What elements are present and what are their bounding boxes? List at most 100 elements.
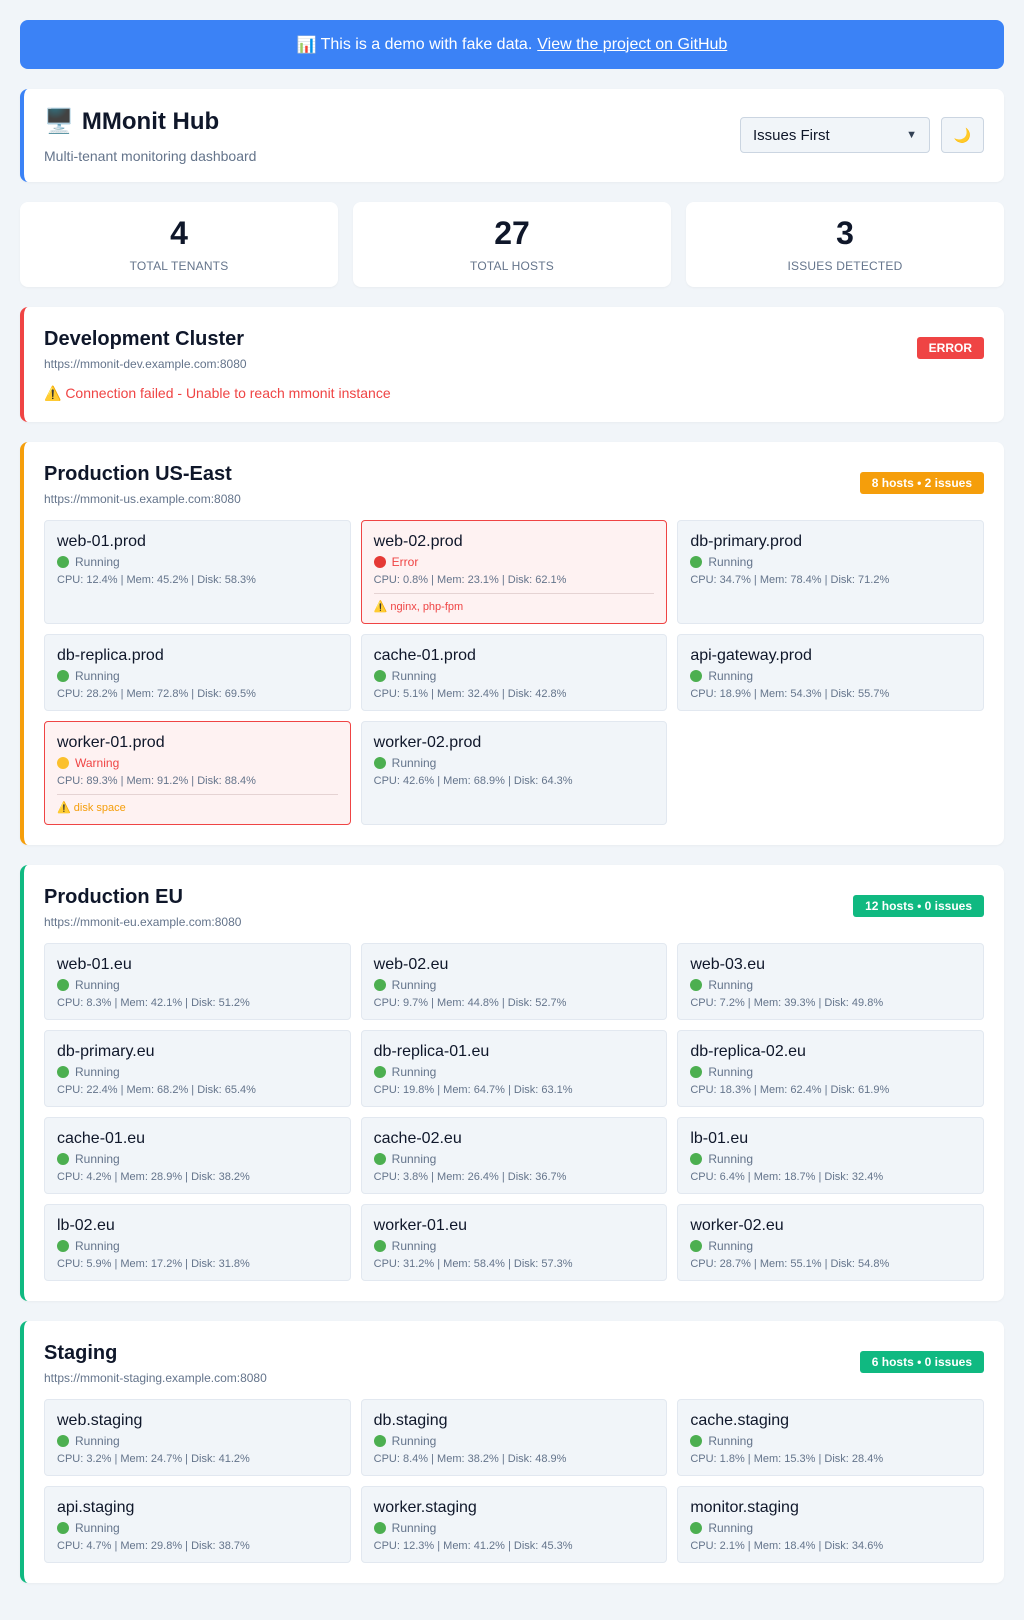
host-status-text: Running (708, 555, 754, 569)
stat-card-tenants: 4 Total Tenants (20, 202, 338, 287)
status-badge: 6 hosts • 0 issues (859, 1351, 984, 1373)
stat-value: 4 (170, 214, 188, 251)
status-red-dot-icon (373, 556, 386, 568)
host-card[interactable]: db.staging Running CPU: 8.4% | Mem: 38.2% … (360, 1399, 668, 1476)
host-status: Running (373, 1521, 655, 1535)
host-card[interactable]: web-01.eu Running CPU: 8.3% | Mem: 42.1% |… (44, 943, 351, 1020)
host-status: Running (57, 1065, 338, 1079)
host-card[interactable]: web.staging Running CPU: 3.2% | Mem: 24.7%… (44, 1399, 351, 1476)
host-metrics: CPU: 18.3% | Mem: 62.4% | Disk: 61.9% (690, 1084, 890, 1096)
host-card[interactable]: worker-02.prod Running CPU: 42.6% | Mem: 6… (360, 721, 668, 825)
host-metrics: CPU: 22.4% | Mem: 68.2% | Disk: 65.4% (57, 1084, 256, 1096)
sort-select[interactable]: Issues First ▼ (740, 117, 930, 153)
status-green-dot-icon (57, 979, 69, 991)
host-card[interactable]: worker-01.eu Running CPU: 31.2% | Mem: 58.… (360, 1204, 668, 1281)
host-status: Running (57, 1521, 338, 1535)
tenant-card: Staging https://mmonit-staging.example.co… (20, 1321, 1004, 1583)
monitor-icon: 🖥️ (44, 108, 74, 135)
tenant-card: Development Cluster https://mmonit-dev.ex… (20, 307, 1004, 422)
host-status: Warning (57, 756, 338, 770)
host-status-text: Running (75, 1239, 120, 1253)
status-green-dot-icon (57, 1435, 69, 1447)
host-grid: web-01.eu Running CPU: 8.3% | Mem: 42.1% |… (44, 943, 984, 1281)
host-status-text: Running (391, 1434, 437, 1448)
host-name: cache.staging (690, 1412, 790, 1429)
host-name: db-replica-02.eu (690, 1043, 806, 1060)
host-card[interactable]: web-03.eu Running CPU: 7.2% | Mem: 39.3% |… (677, 943, 984, 1020)
host-status: Running (373, 1065, 655, 1079)
host-card[interactable]: db-replica-02.eu Running CPU: 18.3% | Mem:… (677, 1030, 984, 1107)
host-status-text: Running (391, 1239, 437, 1253)
host-status: Running (373, 978, 655, 992)
host-status-text: Running (75, 1521, 120, 1535)
tenant-url: https://mmonit-us.example.com:8080 (44, 492, 241, 506)
tenant-header: Production EU https://mmonit-eu.example.c… (44, 886, 984, 929)
status-green-dot-icon (690, 556, 703, 568)
status-green-dot-icon (690, 979, 703, 991)
host-metrics: CPU: 7.2% | Mem: 39.3% | Disk: 49.8% (690, 997, 884, 1009)
status-green-dot-icon (57, 1153, 69, 1165)
host-status-text: Running (708, 669, 754, 683)
host-card[interactable]: web-02.prod Error CPU: 0.8% | Mem: 23.1% |… (360, 520, 668, 624)
host-card[interactable]: monitor.staging Running CPU: 2.1% | Mem: 1… (677, 1486, 984, 1563)
host-card[interactable]: db-primary.prod Running CPU: 34.7% | Mem: … (677, 520, 984, 624)
status-green-dot-icon (373, 979, 386, 991)
host-metrics: CPU: 5.9% | Mem: 17.2% | Disk: 31.8% (57, 1258, 250, 1270)
host-card[interactable]: cache.staging Running CPU: 1.8% | Mem: 15.… (677, 1399, 984, 1476)
host-card[interactable]: cache-01.prod Running CPU: 5.1% | Mem: 32.… (360, 634, 668, 711)
host-metrics: CPU: 8.3% | Mem: 42.1% | Disk: 51.2% (57, 997, 250, 1009)
host-status: Running (57, 669, 338, 683)
tenant-url: https://mmonit-dev.example.com:8080 (44, 357, 247, 371)
status-badge: ERROR (916, 337, 984, 359)
host-metrics: CPU: 18.9% | Mem: 54.3% | Disk: 55.7% (690, 688, 890, 700)
host-status: Running (373, 756, 655, 770)
host-card[interactable]: db-replica-01.eu Running CPU: 19.8% | Mem:… (360, 1030, 668, 1107)
host-metrics: CPU: 6.4% | Mem: 18.7% | Disk: 32.4% (690, 1171, 884, 1183)
host-metrics: CPU: 42.6% | Mem: 68.9% | Disk: 64.3% (373, 775, 573, 787)
host-card[interactable]: worker.staging Running CPU: 12.3% | Mem: 4… (360, 1486, 668, 1563)
host-card[interactable]: web-02.eu Running CPU: 9.7% | Mem: 44.8% |… (360, 943, 668, 1020)
host-card[interactable]: worker-02.eu Running CPU: 28.7% | Mem: 55.… (677, 1204, 984, 1281)
host-status-text: Running (391, 1065, 437, 1079)
host-status: Running (690, 1152, 971, 1166)
host-status-text: Running (75, 669, 120, 683)
stat-label: Issues Detected (787, 258, 903, 273)
host-status-text: Running (75, 978, 120, 992)
host-name: db.staging (373, 1412, 448, 1429)
status-badge: 8 hosts • 2 issues (859, 472, 984, 494)
status-green-dot-icon (373, 757, 386, 769)
host-status: Running (690, 1521, 971, 1535)
host-card[interactable]: db-replica.prod Running CPU: 28.2% | Mem: … (44, 634, 351, 711)
status-green-dot-icon (373, 670, 386, 682)
theme-toggle-button[interactable]: 🌙 (941, 117, 984, 153)
host-issues: ⚠️ disk space (57, 794, 338, 814)
host-status: Running (57, 555, 338, 569)
host-card[interactable]: api-gateway.prod Running CPU: 18.9% | Mem:… (677, 634, 984, 711)
host-status: Running (690, 978, 971, 992)
status-green-dot-icon (690, 1522, 703, 1534)
host-name: worker.staging (373, 1499, 477, 1516)
host-card[interactable]: cache-01.eu Running CPU: 4.2% | Mem: 28.9%… (44, 1117, 351, 1194)
tenant-name: Staging (44, 1342, 118, 1364)
host-name: web-01.prod (57, 533, 146, 550)
tenant-card: Production US-East https://mmonit-us.exam… (20, 442, 1004, 845)
host-card[interactable]: lb-01.eu Running CPU: 6.4% | Mem: 18.7% | … (677, 1117, 984, 1194)
github-link[interactable]: View the project on GitHub (537, 36, 727, 54)
host-status-text: Running (708, 978, 754, 992)
host-metrics: CPU: 34.7% | Mem: 78.4% | Disk: 71.2% (690, 574, 890, 586)
host-card[interactable]: cache-02.eu Running CPU: 3.8% | Mem: 26.4%… (360, 1117, 668, 1194)
host-card[interactable]: api.staging Running CPU: 4.7% | Mem: 29.8%… (44, 1486, 351, 1563)
host-name: web-02.prod (373, 533, 463, 550)
tenant-url: https://mmonit-staging.example.com:8080 (44, 1371, 267, 1385)
sort-select-value: Issues First (753, 126, 830, 144)
host-card[interactable]: web-01.prod Running CPU: 12.4% | Mem: 45.2… (44, 520, 351, 624)
host-card[interactable]: lb-02.eu Running CPU: 5.9% | Mem: 17.2% | … (44, 1204, 351, 1281)
host-card[interactable]: db-primary.eu Running CPU: 22.4% | Mem: 68… (44, 1030, 351, 1107)
host-status-text: Running (708, 1434, 754, 1448)
tenant-list: Development Cluster https://mmonit-dev.ex… (20, 307, 1004, 1583)
stat-value: 27 (494, 214, 530, 251)
host-card[interactable]: worker-01.prod Warning CPU: 89.3% | Mem: 9… (44, 721, 351, 825)
host-metrics: CPU: 9.7% | Mem: 44.8% | Disk: 52.7% (373, 997, 567, 1009)
status-yellow-dot-icon (57, 757, 69, 769)
moon-icon: 🌙 (953, 126, 972, 143)
